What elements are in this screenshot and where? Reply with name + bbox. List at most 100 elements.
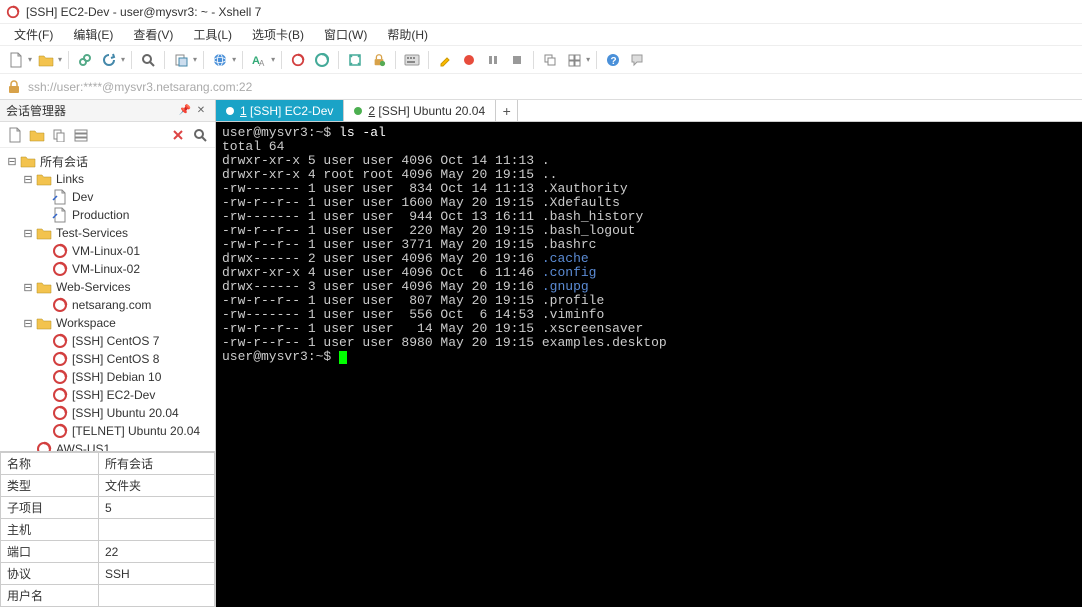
tree-item-dev[interactable]: Dev [0,188,215,206]
prop-port-value: 22 [99,541,215,563]
tb-reconnect-icon[interactable] [99,50,119,70]
prop-name-label: 名称 [1,453,99,475]
tb-globe-icon[interactable] [210,50,230,70]
terminal-line: drwxr-xr-x 4 user user 4096 Oct 6 11:46 [222,265,542,280]
tree-item-production[interactable]: Production [0,206,215,224]
menu-help[interactable]: 帮助(H) [379,24,436,45]
menu-tools[interactable]: 工具(L) [185,24,240,45]
tree-root[interactable]: ⊟ 所有会话 [0,152,215,170]
tb-highlight-icon[interactable] [435,50,455,70]
tab-ec2dev[interactable]: 1 [SSH] EC2-Dev [216,100,344,121]
tb-search-icon[interactable] [138,50,158,70]
tree-item-ubuntu2004[interactable]: [SSH] Ubuntu 20.04 [0,404,215,422]
side-new-icon[interactable] [6,126,24,144]
tab-number: 1 [240,104,247,118]
collapse-icon[interactable]: ⊟ [22,317,34,329]
collapse-icon[interactable]: ⊟ [6,155,18,167]
tab-add-button[interactable]: + [496,100,518,121]
addressbar[interactable]: ssh://user:****@mysvr3.netsarang.com:22 [0,74,1082,100]
tree-label: Production [72,208,129,222]
tree-item-vmlinux01[interactable]: VM-Linux-01 [0,242,215,260]
tree-item-vmlinux02[interactable]: VM-Linux-02 [0,260,215,278]
tree-label: AWS-US1 [56,442,110,451]
tree-label: Links [56,172,84,186]
terminal-line: drwx------ 2 user user 4096 May 20 19:16 [222,251,542,266]
tb-keyboard-icon[interactable] [402,50,422,70]
menu-window[interactable]: 窗口(W) [316,24,375,45]
terminal-line: -rw-r--r-- 1 user user 14 May 20 19:15 .… [222,321,643,336]
collapse-icon[interactable]: ⊟ [22,173,34,185]
tb-link-icon[interactable] [75,50,95,70]
tb-xftp-icon[interactable] [312,50,332,70]
tree-label: Dev [72,190,93,204]
prop-children-label: 子项目 [1,497,99,519]
tb-pause-icon[interactable] [483,50,503,70]
tb-font-icon[interactable]: AA [249,50,269,70]
side-view-icon[interactable] [72,126,90,144]
menu-view[interactable]: 查看(V) [125,24,181,45]
session-icon [52,351,68,367]
sidebar-toolbar [0,122,215,148]
tree-item-netsarang[interactable]: netsarang.com [0,296,215,314]
tree-item-centos7[interactable]: [SSH] CentOS 7 [0,332,215,350]
tree-label: [SSH] CentOS 8 [72,352,159,366]
tree-testservices[interactable]: ⊟ Test-Services [0,224,215,242]
shortcut-icon [52,207,68,223]
titlebar: [SSH] EC2-Dev - user@mysvr3: ~ - Xshell … [0,0,1082,24]
terminal-dir: .config [542,265,597,280]
tb-record-icon[interactable] [459,50,479,70]
tree-label: VM-Linux-01 [72,244,140,258]
tb-open-icon[interactable] [36,50,56,70]
collapse-icon[interactable]: ⊟ [22,227,34,239]
terminal-dir: .cache [542,251,589,266]
tree-links[interactable]: ⊟ Links [0,170,215,188]
lock-icon [6,79,22,95]
tree-label: [SSH] EC2-Dev [72,388,155,402]
tb-help-icon[interactable]: ? [603,50,623,70]
tb-fullscreen-icon[interactable] [345,50,365,70]
tab-ubuntu2004[interactable]: 2 [SSH] Ubuntu 20.04 [344,100,496,121]
close-icon[interactable]: ✕ [193,103,209,119]
side-search-icon[interactable] [191,126,209,144]
tb-xshell-icon[interactable] [288,50,308,70]
app-logo-icon [6,5,20,19]
terminal[interactable]: user@mysvr3:~$ ls -al total 64 drwxr-xr-… [216,122,1082,607]
tree-item-debian10[interactable]: [SSH] Debian 10 [0,368,215,386]
side-delete-icon[interactable] [169,126,187,144]
cursor-icon [339,351,347,364]
terminal-prompt: user@mysvr3:~$ [222,125,339,140]
prop-type-label: 类型 [1,475,99,497]
tree-item-ec2dev[interactable]: [SSH] EC2-Dev [0,386,215,404]
tree-workspace[interactable]: ⊟ Workspace [0,314,215,332]
menu-tabs[interactable]: 选项卡(B) [244,24,312,45]
tree-item-centos8[interactable]: [SSH] CentOS 8 [0,350,215,368]
terminal-line: drwx------ 3 user user 4096 May 20 19:16 [222,279,542,294]
tree-item-awsus1[interactable]: AWS-US1 [0,440,215,451]
terminal-line: -rw-r--r-- 1 user user 3771 May 20 19:15… [222,237,596,252]
folder-icon [36,279,52,295]
address-text: ssh://user:****@mysvr3.netsarang.com:22 [28,80,252,94]
tb-balloon-icon[interactable] [627,50,647,70]
terminal-line: total 64 [222,139,284,154]
tb-tile-icon[interactable] [564,50,584,70]
side-copy-icon[interactable] [50,126,68,144]
terminal-line: -rw-r--r-- 1 user user 807 May 20 19:15 … [222,293,604,308]
pin-icon[interactable]: 📌 [177,103,193,119]
tree-label: 所有会话 [40,153,88,170]
prop-host-label: 主机 [1,519,99,541]
tree-label: VM-Linux-02 [72,262,140,276]
tree-webservices[interactable]: ⊟ Web-Services [0,278,215,296]
tb-copy-icon[interactable] [171,50,191,70]
tree-item-telnet-ubuntu[interactable]: [TELNET] Ubuntu 20.04 [0,422,215,440]
collapse-icon[interactable]: ⊟ [22,281,34,293]
tb-new-icon[interactable] [6,50,26,70]
prop-port-label: 端口 [1,541,99,563]
tb-lock-icon[interactable] [369,50,389,70]
side-newfolder-icon[interactable] [28,126,46,144]
menu-edit[interactable]: 编辑(E) [65,24,121,45]
menu-file[interactable]: 文件(F) [6,24,61,45]
tb-cascade-icon[interactable] [540,50,560,70]
session-icon [52,297,68,313]
tb-stop-icon[interactable] [507,50,527,70]
toolbar: ▾ ▾ ▾ ▾ ▾ AA▾ ▾ ? [0,46,1082,74]
